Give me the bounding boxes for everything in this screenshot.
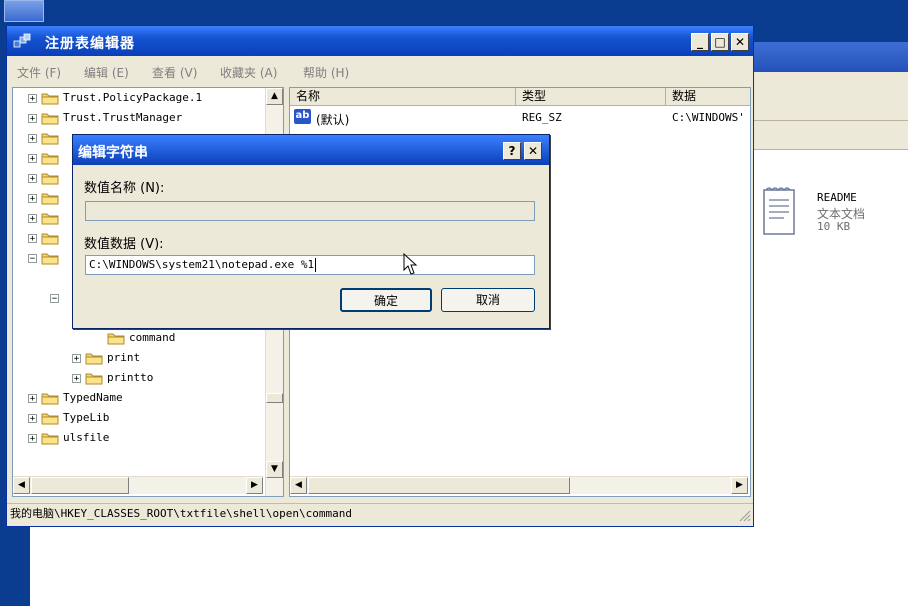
tree-row[interactable]: + Trust.TrustManager (13, 109, 263, 129)
folder-icon (41, 213, 59, 225)
expand-icon[interactable]: + (28, 394, 37, 404)
tree-row-label: TypeLib (63, 411, 110, 424)
expand-icon[interactable]: + (28, 234, 37, 244)
folder-icon (85, 353, 103, 365)
expand-icon[interactable]: + (28, 154, 37, 164)
value-data-text: C:\WINDOWS\system21\notepad.exe %1 (89, 258, 315, 271)
expand-icon[interactable]: + (28, 434, 37, 444)
expand-icon[interactable]: + (72, 354, 81, 364)
desktop-icon[interactable] (4, 0, 44, 22)
scroll-right-arrow-icon[interactable]: ▶ (246, 477, 263, 494)
scroll-left-arrow-icon[interactable]: ◀ (13, 477, 30, 494)
value-data-label: 数值数据 (V): (84, 237, 164, 252)
expand-icon[interactable]: + (28, 194, 37, 204)
tree-row[interactable]: + printto (13, 369, 263, 389)
tree-row[interactable]: + TypedName (13, 389, 263, 409)
menu-view[interactable]: 查看 (V) (152, 64, 197, 81)
resize-grip-icon[interactable] (737, 508, 751, 522)
maximize-button[interactable]: □ (711, 33, 729, 51)
dialog-close-button[interactable]: ✕ (524, 142, 542, 160)
text-document-icon[interactable] (762, 186, 798, 236)
list-hscroll-thumb[interactable] (308, 477, 570, 494)
folder-icon (41, 433, 59, 445)
close-button[interactable]: ✕ (731, 33, 749, 51)
scroll-up-arrow-icon[interactable]: ▲ (266, 88, 283, 105)
file-size: 10 KB (817, 220, 851, 233)
registry-editor-titlebar[interactable]: 注册表编辑器 _ □ ✕ (7, 26, 753, 56)
tree-row[interactable]: command (13, 329, 263, 349)
folder-icon (41, 233, 59, 245)
menu-favorites[interactable]: 收藏夹 (A) (220, 64, 277, 81)
scroll-down-arrow-icon[interactable]: ▼ (266, 461, 283, 478)
folder-icon (41, 413, 59, 425)
tree-row-label: ulsfile (63, 431, 110, 444)
folder-icon (41, 133, 59, 145)
regedit-icon (13, 33, 31, 48)
tree-row-label: print (107, 351, 141, 364)
file-name[interactable]: README (817, 191, 857, 204)
window-title: 注册表编辑器 (45, 36, 135, 52)
folder-icon (41, 193, 59, 205)
value-name-label: 数值名称 (N): (84, 181, 165, 196)
status-bar-path: 我的电脑\HKEY_CLASSES_ROOT\txtfile\shell\ope… (7, 503, 753, 526)
minimize-button[interactable]: _ (691, 33, 709, 51)
value-type: REG_SZ (522, 111, 562, 124)
folder-icon (107, 333, 125, 345)
list-horizontal-scrollbar[interactable]: ◀ ▶ (290, 476, 748, 494)
tree-row-label: Trust.PolicyPackage.1 (63, 91, 203, 104)
expand-icon[interactable]: + (28, 134, 37, 144)
dialog-titlebar[interactable]: 编辑字符串 ? ✕ (73, 135, 549, 165)
folder-icon (41, 153, 59, 165)
menu-file[interactable]: 文件 (F) (17, 64, 61, 81)
menu-edit[interactable]: 编辑 (E) (84, 64, 129, 81)
column-header-type[interactable]: 类型 (516, 88, 666, 106)
folder-icon (41, 113, 59, 125)
expand-icon[interactable]: + (28, 414, 37, 424)
folder-icon (41, 93, 59, 105)
menu-bar: 文件 (F) 编辑 (E) 查看 (V) 收藏夹 (A) 帮助 (H) (7, 60, 753, 82)
tree-row-label: Trust.TrustManager (63, 111, 183, 124)
column-header-data[interactable]: 数据 (666, 88, 750, 106)
tree-row[interactable]: + print (13, 349, 263, 369)
expand-icon[interactable]: + (28, 174, 37, 184)
tree-row-label: TypedName (63, 391, 123, 404)
collapse-icon[interactable]: − (28, 254, 37, 264)
string-value-icon: ab (294, 109, 311, 124)
value-data-input[interactable]: C:\WINDOWS\system21\notepad.exe %1 (85, 255, 535, 275)
cancel-button[interactable]: 取消 (441, 288, 535, 312)
tree-row-label: printto (107, 371, 154, 384)
folder-icon (41, 253, 59, 265)
text-caret (315, 258, 317, 272)
tree-hscroll-thumb[interactable] (31, 477, 129, 494)
expand-icon[interactable]: + (72, 374, 81, 384)
tree-row[interactable]: + TypeLib (13, 409, 263, 429)
tree-horizontal-scrollbar[interactable]: ◀ ▶ (13, 476, 263, 494)
expand-icon[interactable]: + (28, 214, 37, 224)
value-name-field[interactable] (85, 201, 535, 221)
help-button[interactable]: ? (503, 142, 521, 160)
scroll-right-arrow-icon[interactable]: ▶ (731, 477, 748, 494)
folder-icon (85, 373, 103, 385)
value-name: (默认) (316, 113, 350, 127)
folder-icon (41, 173, 59, 185)
tree-row-label: command (129, 331, 176, 344)
tree-scroll-thumb[interactable] (266, 393, 283, 403)
edit-string-dialog: 编辑字符串 ? ✕ 数值名称 (N): 数值数据 (V): C:\WINDOWS… (72, 134, 550, 329)
tree-row[interactable]: + ulsfile (13, 429, 263, 449)
expand-icon[interactable]: + (28, 114, 37, 124)
column-header-name[interactable]: 名称 (290, 88, 516, 106)
menu-help[interactable]: 帮助 (H) (303, 64, 349, 81)
tree-row[interactable]: + Trust.PolicyPackage.1 (13, 89, 263, 109)
expand-icon[interactable]: + (28, 94, 37, 104)
scroll-left-arrow-icon[interactable]: ◀ (290, 477, 307, 494)
collapse-icon[interactable]: − (50, 294, 59, 304)
mouse-cursor-icon (403, 253, 418, 275)
dialog-title: 编辑字符串 (78, 145, 148, 161)
ok-button[interactable]: 确定 (340, 288, 432, 312)
folder-icon (41, 393, 59, 405)
value-data: C:\WINDOWS' (672, 111, 745, 124)
